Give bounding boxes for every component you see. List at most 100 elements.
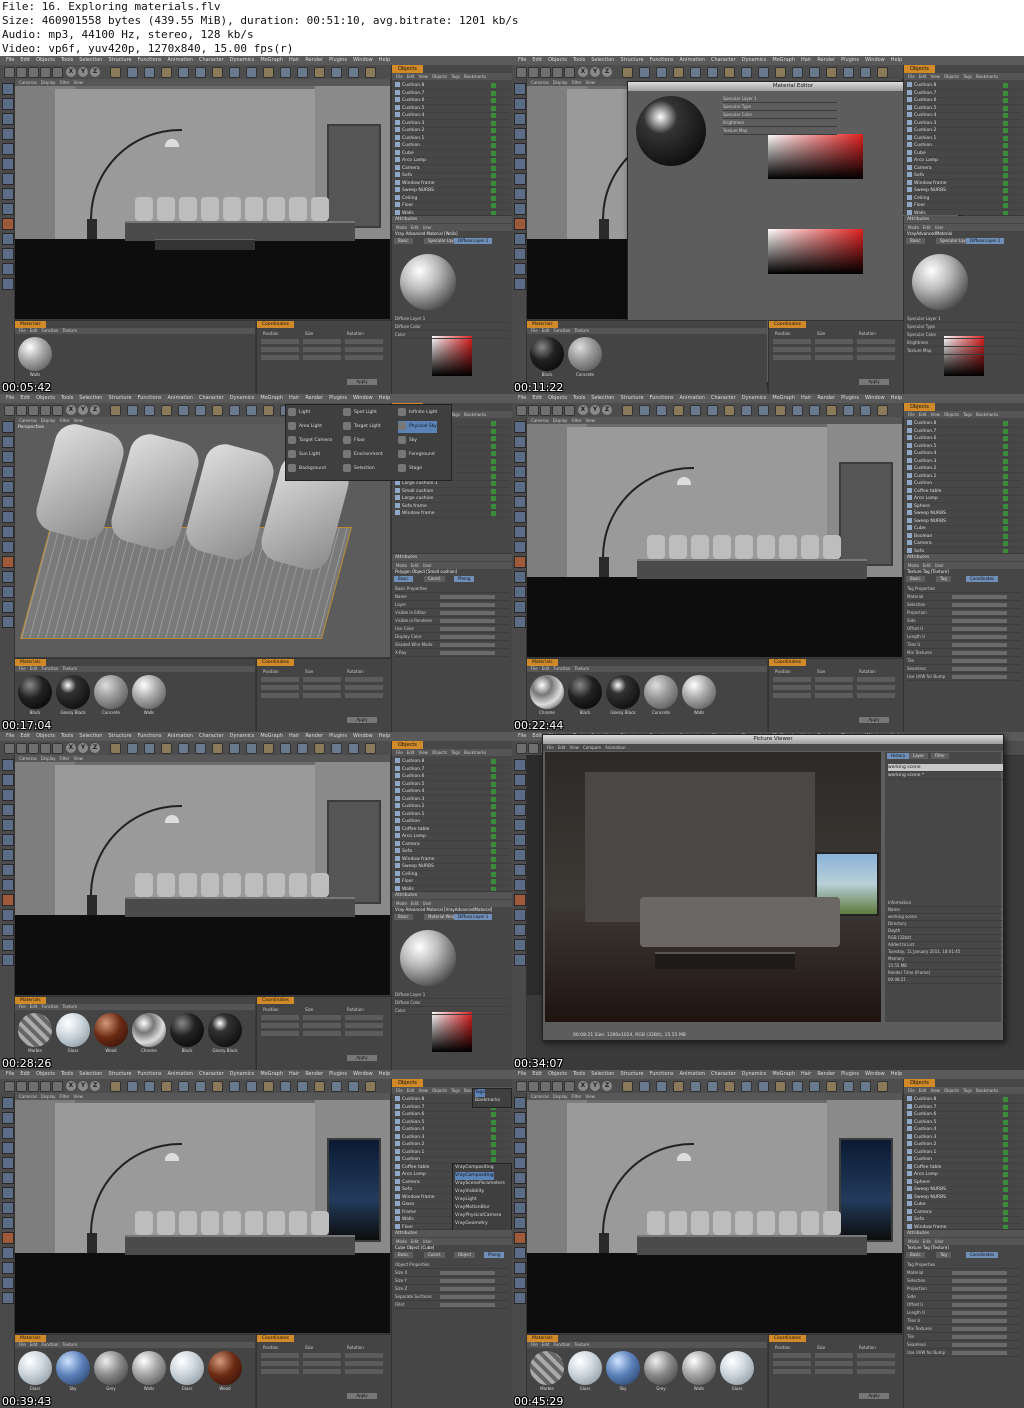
field-value-box[interactable] bbox=[952, 1279, 1007, 1283]
material-swatch[interactable] bbox=[568, 675, 602, 709]
coordinate-field[interactable] bbox=[261, 677, 299, 682]
checkmark-icon[interactable] bbox=[1003, 120, 1008, 126]
attribute-field[interactable]: Diffuse Layer 1 bbox=[395, 316, 509, 323]
menu-item[interactable]: Tools bbox=[61, 57, 73, 63]
menu-item[interactable]: Mode bbox=[396, 225, 407, 230]
menu-item[interactable]: Hair bbox=[289, 733, 299, 739]
coordinate-field[interactable] bbox=[857, 355, 895, 360]
attr-tab[interactable]: Basic bbox=[394, 238, 413, 244]
mode-tool-icon[interactable] bbox=[2, 571, 14, 583]
material-swatch[interactable] bbox=[530, 337, 564, 371]
menu-item[interactable]: Edit bbox=[542, 1342, 550, 1347]
menu-item[interactable]: Tools bbox=[573, 395, 585, 401]
tool-button[interactable] bbox=[690, 67, 701, 78]
tool-button[interactable] bbox=[809, 405, 820, 416]
field-value-box[interactable] bbox=[952, 1287, 1007, 1291]
attribute-field[interactable]: Size Z bbox=[395, 1286, 509, 1293]
menu-item[interactable]: User bbox=[935, 563, 944, 568]
mode-tool-icon[interactable] bbox=[514, 1202, 526, 1214]
coordinate-field[interactable] bbox=[345, 677, 383, 682]
tool-button[interactable] bbox=[280, 743, 291, 754]
mode-tool-icon[interactable] bbox=[514, 1217, 526, 1229]
menu-item[interactable]: Selection bbox=[591, 57, 614, 63]
coordinate-field[interactable] bbox=[345, 339, 383, 344]
menu-item[interactable]: File bbox=[908, 74, 915, 79]
axis-lock-z-icon[interactable]: Z bbox=[602, 405, 612, 415]
menu-item[interactable]: Hair bbox=[801, 57, 811, 63]
menu-item[interactable]: Edit bbox=[20, 57, 30, 63]
field-value-box[interactable] bbox=[952, 603, 1007, 607]
menu-item[interactable]: Animation bbox=[679, 1071, 705, 1077]
mode-tool-icon[interactable] bbox=[514, 511, 526, 523]
tool-button[interactable] bbox=[4, 67, 15, 78]
popup-menu[interactable]: Light Spot Light Infinite Light Area Light T… bbox=[285, 404, 452, 481]
checkmark-icon[interactable] bbox=[1003, 443, 1008, 449]
menu-item[interactable]: Filter bbox=[572, 418, 582, 423]
checkmark-icon[interactable] bbox=[1003, 128, 1008, 133]
menu-item[interactable]: Objects bbox=[548, 395, 567, 401]
attribute-field[interactable]: Tag Properties bbox=[907, 586, 1021, 593]
checkmark-icon[interactable] bbox=[491, 203, 496, 208]
tool-button[interactable] bbox=[724, 67, 735, 78]
mode-tool-icon[interactable] bbox=[2, 158, 14, 170]
coordinate-field[interactable] bbox=[261, 1361, 299, 1366]
menu-item[interactable]: Window bbox=[353, 395, 373, 401]
mode-tool-icon[interactable] bbox=[514, 954, 526, 966]
menu-item[interactable]: View bbox=[73, 756, 83, 761]
field-value-box[interactable] bbox=[952, 1319, 1007, 1323]
attribute-field[interactable]: Diffuse Layer 1 bbox=[395, 992, 509, 999]
menu-item[interactable]: File bbox=[547, 745, 554, 750]
submenu-item[interactable]: VrayLight bbox=[455, 1196, 477, 1204]
menu-item[interactable]: Display bbox=[41, 1094, 56, 1099]
menu-item[interactable]: MoGraph bbox=[260, 733, 283, 739]
mode-tool-icon[interactable] bbox=[514, 1157, 526, 1169]
tool-button[interactable] bbox=[52, 743, 63, 754]
mode-tool-icon[interactable] bbox=[2, 188, 14, 200]
attribute-field[interactable]: Length U bbox=[907, 634, 1021, 641]
menu-item[interactable]: Window bbox=[865, 1071, 885, 1077]
axis-lock-x-icon[interactable]: X bbox=[66, 1081, 76, 1091]
checkmark-icon[interactable] bbox=[1003, 526, 1008, 531]
field-value-box[interactable] bbox=[440, 1303, 495, 1307]
checkmark-icon[interactable] bbox=[1003, 421, 1008, 426]
mode-tool-icon[interactable] bbox=[514, 834, 526, 846]
menu-item[interactable]: View bbox=[585, 418, 595, 423]
material-swatch[interactable] bbox=[170, 1013, 204, 1047]
tool-button[interactable] bbox=[16, 67, 27, 78]
checkmark-icon[interactable] bbox=[491, 511, 496, 516]
color-picker[interactable] bbox=[768, 134, 863, 179]
coordinate-field[interactable] bbox=[857, 1369, 895, 1374]
mode-tool-icon[interactable] bbox=[2, 173, 14, 185]
menu-item[interactable]: File bbox=[908, 1088, 915, 1093]
field-value-box[interactable] bbox=[952, 643, 1007, 647]
attributes-tab[interactable]: Attributes bbox=[392, 216, 512, 223]
axis-lock-y-icon[interactable]: Y bbox=[78, 405, 88, 415]
menu-item[interactable]: Objects bbox=[432, 1088, 447, 1093]
axis-lock-x-icon[interactable]: X bbox=[66, 405, 76, 415]
tool-button[interactable] bbox=[639, 405, 650, 416]
material-swatch[interactable] bbox=[208, 1351, 242, 1385]
checkmark-icon[interactable] bbox=[1003, 1224, 1008, 1229]
coordinate-field[interactable] bbox=[261, 339, 299, 344]
coordinate-field[interactable] bbox=[261, 1353, 299, 1358]
menu-item[interactable]: Tags bbox=[963, 1088, 972, 1093]
mode-tool-icon[interactable] bbox=[2, 1247, 14, 1259]
tool-button[interactable] bbox=[110, 405, 121, 416]
mode-tool-icon[interactable] bbox=[2, 541, 14, 553]
mode-tool-icon[interactable] bbox=[514, 1232, 526, 1244]
mode-tool-icon[interactable] bbox=[2, 1157, 14, 1169]
material-swatch[interactable] bbox=[606, 675, 640, 709]
submenu-item[interactable]: VraySceneParameters bbox=[455, 1180, 505, 1188]
history-item[interactable]: working scene * bbox=[888, 772, 1003, 780]
tool-button[interactable] bbox=[144, 743, 155, 754]
attr-tab[interactable]: Coordinates bbox=[966, 576, 999, 582]
mode-tool-icon[interactable] bbox=[514, 143, 526, 155]
attr-tab[interactable]: Diffuse Layer 1 bbox=[454, 914, 493, 920]
menu-item[interactable]: Bookmarks bbox=[976, 412, 998, 417]
tool-button[interactable] bbox=[280, 1081, 291, 1092]
tool-button[interactable] bbox=[40, 1081, 51, 1092]
mode-tool-icon[interactable] bbox=[2, 1202, 14, 1214]
axis-lock-x-icon[interactable]: X bbox=[578, 405, 588, 415]
menu-item[interactable]: Window bbox=[353, 733, 373, 739]
objects-tab[interactable]: Objects bbox=[392, 1079, 423, 1087]
